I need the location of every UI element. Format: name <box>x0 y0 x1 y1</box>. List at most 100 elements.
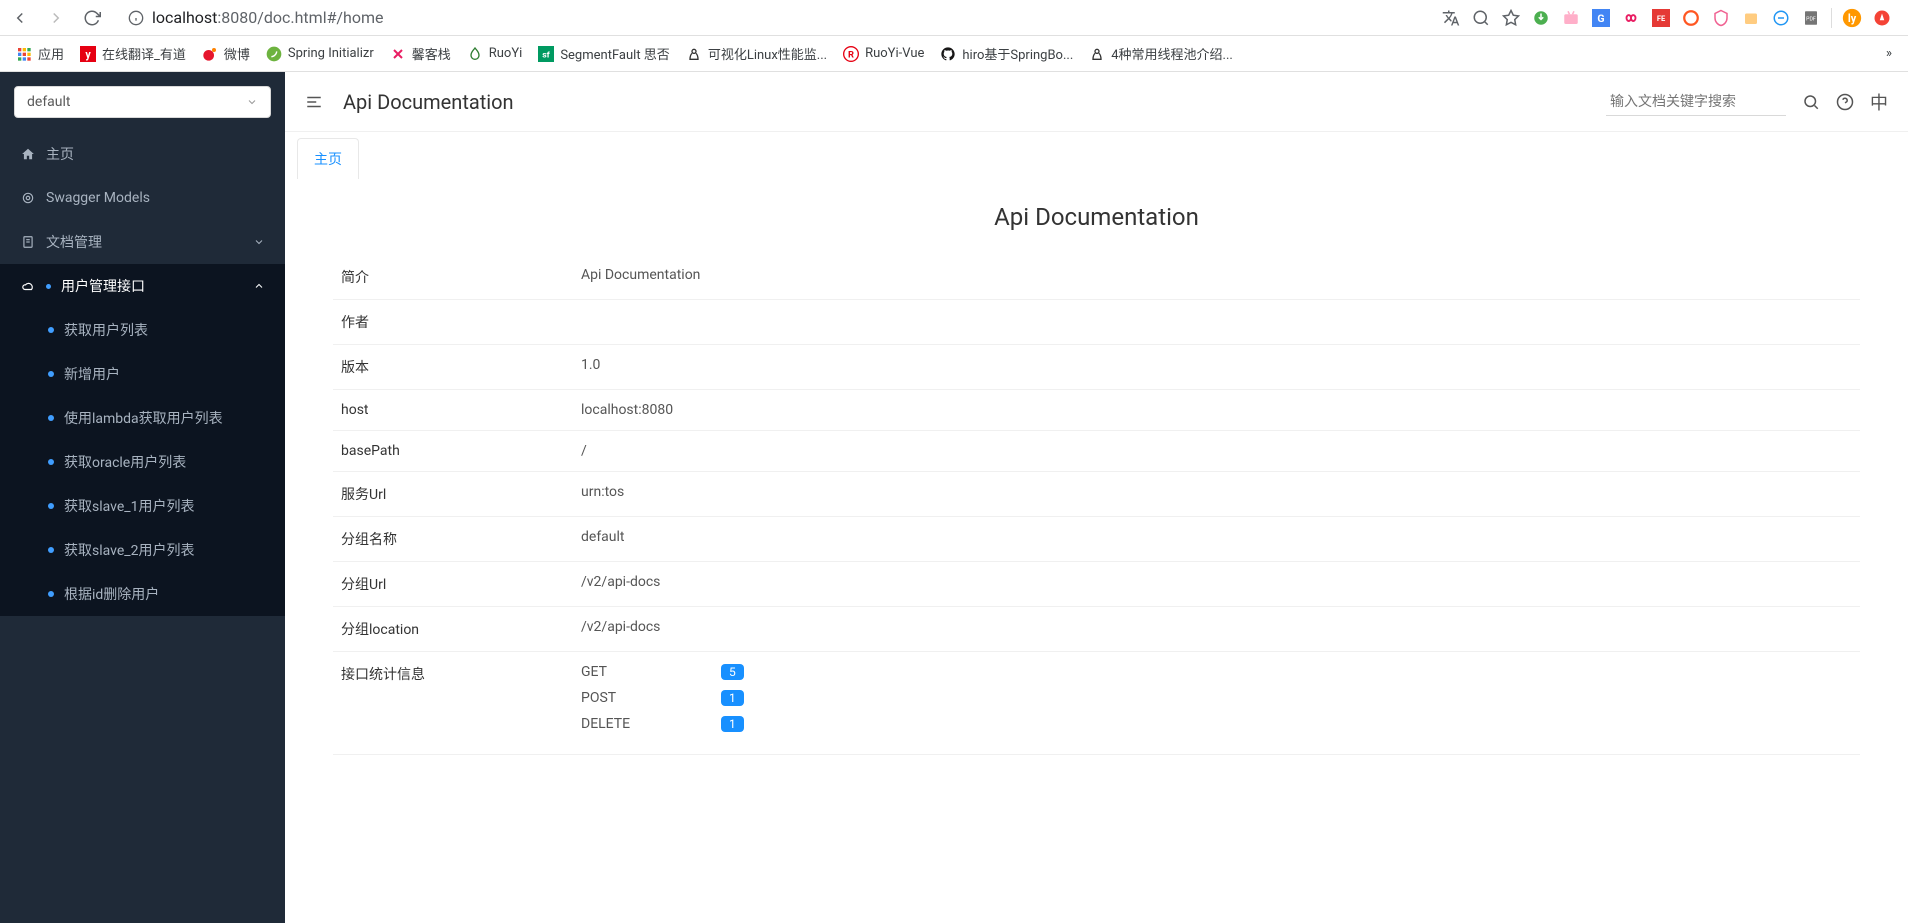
info-key: 服务Url <box>333 472 573 517</box>
submenu-lambda-users[interactable]: 使用lambda获取用户列表 <box>0 396 285 440</box>
chevron-down-icon <box>246 96 258 108</box>
submenu-delete-user[interactable]: 根据id删除用户 <box>0 572 285 616</box>
bookmark-ruoyi-vue[interactable]: R RuoYi-Vue <box>843 46 924 62</box>
group-select[interactable]: default <box>14 86 271 118</box>
svg-text:R: R <box>848 49 854 60</box>
table-row: 版本1.0 <box>333 345 1860 390</box>
menu-home[interactable]: 主页 <box>0 132 285 176</box>
dot-icon <box>48 327 54 333</box>
dot-icon <box>48 547 54 553</box>
status-dot <box>46 284 51 289</box>
bookmark-overflow[interactable]: » <box>1886 46 1892 61</box>
ruoyi-vue-icon: R <box>843 46 859 62</box>
search-input[interactable] <box>1606 87 1786 116</box>
menu-user-api[interactable]: 用户管理接口 <box>0 264 285 308</box>
reload-button[interactable] <box>80 6 104 30</box>
info-key: host <box>333 390 573 431</box>
submenu-slave2-users[interactable]: 获取slave_2用户列表 <box>0 528 285 572</box>
ext-box-icon[interactable] <box>1741 8 1761 28</box>
bookmark-label: RuoYi-Vue <box>865 46 924 61</box>
info-key: 分组名称 <box>333 517 573 562</box>
bookmark-youdao[interactable]: y 在线翻译_有道 <box>80 44 186 63</box>
submenu-oracle-users[interactable]: 获取oracle用户列表 <box>0 440 285 484</box>
ext-bilibili-icon[interactable] <box>1561 8 1581 28</box>
info-key: basePath <box>333 431 573 472</box>
zoom-icon[interactable] <box>1471 8 1491 28</box>
topbar-actions: 中 <box>1606 87 1888 116</box>
tab-home[interactable]: 主页 <box>297 138 359 179</box>
menu-doc-manage[interactable]: 文档管理 <box>0 220 285 264</box>
help-icon[interactable] <box>1836 93 1854 111</box>
url-text: localhost:8080/doc.html#/home <box>152 8 383 27</box>
ext-fe-icon[interactable]: FE <box>1651 8 1671 28</box>
stat-method: DELETE <box>581 716 641 732</box>
cloud-icon <box>20 279 36 293</box>
bookmark-label: 可视化Linux性能监... <box>708 44 827 63</box>
table-row: 简介Api Documentation <box>333 255 1860 300</box>
bookmark-xinkezhan[interactable]: 馨客栈 <box>390 44 451 63</box>
bookmark-apps[interactable]: 应用 <box>16 44 64 63</box>
translate-icon[interactable] <box>1441 8 1461 28</box>
tab-row: 主页 <box>285 132 1908 179</box>
table-row-stats: 接口统计信息 GET5 POST1 DELETE1 <box>333 652 1860 755</box>
submenu-slave1-users[interactable]: 获取slave_1用户列表 <box>0 484 285 528</box>
info-key: 作者 <box>333 300 573 345</box>
bookmark-spring[interactable]: Spring Initializr <box>266 46 374 62</box>
lang-toggle[interactable]: 中 <box>1870 89 1888 115</box>
ext-shield-icon[interactable] <box>1711 8 1731 28</box>
bookmark-segmentfault[interactable]: sf SegmentFault 思否 <box>538 44 670 63</box>
stat-badge: 5 <box>721 664 744 680</box>
bookmark-weibo[interactable]: 微博 <box>202 44 250 63</box>
svg-text:PDF: PDF <box>1806 16 1816 22</box>
profile-avatar[interactable]: ly <box>1842 8 1862 28</box>
submenu-label: 获取oracle用户列表 <box>64 452 186 472</box>
submenu-label: 根据id删除用户 <box>64 584 159 604</box>
ext-dev-icon[interactable] <box>1771 8 1791 28</box>
weibo-icon <box>202 46 218 62</box>
home-icon <box>20 147 36 161</box>
submenu-get-users[interactable]: 获取用户列表 <box>0 308 285 352</box>
doc-content: Api Documentation 简介Api Documentation 作者… <box>285 179 1908 923</box>
toggle-sidebar-button[interactable] <box>305 93 323 111</box>
submenu-add-user[interactable]: 新增用户 <box>0 352 285 396</box>
forward-button[interactable] <box>44 6 68 30</box>
stat-method: POST <box>581 690 641 706</box>
url-bar[interactable]: localhost:8080/doc.html#/home <box>116 4 1429 31</box>
info-value: / <box>573 431 1860 472</box>
submenu-label: 使用lambda获取用户列表 <box>64 408 223 428</box>
stat-badge: 1 <box>721 690 744 706</box>
ext-red-icon[interactable] <box>1872 8 1892 28</box>
ext-circle-icon[interactable] <box>1681 8 1701 28</box>
ext-idm-icon[interactable] <box>1531 8 1551 28</box>
ruoyi-icon <box>467 46 483 62</box>
info-table: 简介Api Documentation 作者 版本1.0 hostlocalho… <box>333 255 1860 755</box>
apps-icon <box>16 46 32 62</box>
youdao-icon: y <box>80 46 96 62</box>
table-row: basePath/ <box>333 431 1860 472</box>
search-icon[interactable] <box>1802 93 1820 111</box>
dot-icon <box>48 459 54 465</box>
info-key: 接口统计信息 <box>333 652 573 755</box>
back-button[interactable] <box>8 6 32 30</box>
bookmark-hiro[interactable]: hiro基于SpringBo... <box>940 44 1073 63</box>
bookmark-linux[interactable]: 可视化Linux性能监... <box>686 44 827 63</box>
dot-icon <box>48 503 54 509</box>
doc-title: Api Documentation <box>333 203 1860 231</box>
bookmark-ruoyi[interactable]: RuoYi <box>467 46 523 62</box>
doc-icon <box>20 235 36 249</box>
ext-pdf-icon[interactable]: PDF <box>1801 8 1821 28</box>
star-icon[interactable] <box>1501 8 1521 28</box>
menu-label: 用户管理接口 <box>61 276 145 296</box>
dot-icon <box>48 415 54 421</box>
bookmark-threadpool[interactable]: 4种常用线程池介绍... <box>1089 44 1233 63</box>
menu-label: 文档管理 <box>46 232 102 252</box>
ext-gtranslate-icon[interactable]: G <box>1591 8 1611 28</box>
bookmark-label: 应用 <box>38 44 64 63</box>
submenu-label: 新增用户 <box>64 364 120 384</box>
table-row: 分组名称default <box>333 517 1860 562</box>
menu-swagger-models[interactable]: Swagger Models <box>0 176 285 220</box>
ext-infinity-icon[interactable] <box>1621 8 1641 28</box>
svg-text:sf: sf <box>543 50 551 60</box>
table-row: 分组location/v2/api-docs <box>333 607 1860 652</box>
svg-text:y: y <box>85 48 91 61</box>
